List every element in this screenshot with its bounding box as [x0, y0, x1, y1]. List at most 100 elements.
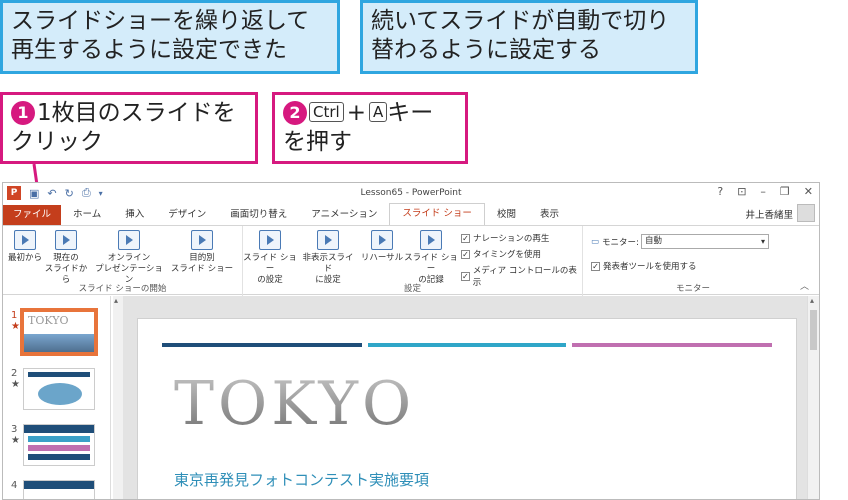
setup-slideshow-button[interactable]: スライド ショー の設定 [243, 230, 297, 286]
from-current-button[interactable]: 現在の スライドから [43, 230, 89, 286]
ribbon-display-button[interactable]: ⊡ [737, 185, 746, 198]
a-key: A [368, 102, 388, 122]
button-label: オンライン [107, 253, 151, 263]
group-label: 設定 [403, 284, 421, 294]
record-slideshow-button[interactable]: スライド ショー の記録 [403, 230, 459, 286]
thumb-header-bar [28, 372, 90, 377]
chevron-down-icon: ▾ [760, 237, 765, 246]
scroll-up-icon[interactable]: ▴ [810, 296, 814, 305]
thumb-row [28, 454, 90, 460]
accent-bar-3 [572, 343, 772, 347]
callout-result: スライドショーを繰り返して 再生するように設定できた [0, 0, 340, 74]
tab-design[interactable]: デザイン [156, 205, 218, 225]
custom-slideshow-button[interactable]: 目的別 スライド ショー [167, 230, 237, 275]
callout-line: 替わるように設定する [371, 37, 601, 63]
slide-canvas[interactable]: TOKYO 東京再発見フォトコンテスト実施要項 [137, 318, 797, 499]
accent-bar-2 [368, 343, 566, 347]
thumb-header-bar [24, 425, 94, 433]
group-label: モニター [675, 284, 710, 294]
button-label: リハーサル [360, 253, 404, 263]
hide-slide-icon [317, 230, 339, 250]
group-setup: スライド ショー の設定 非表示スライド に設定 リハーサル スライド ショー … [243, 226, 583, 296]
record-icon [420, 230, 442, 250]
slide-thumbnail-1[interactable]: TOKYO [20, 308, 98, 356]
main-scrollbar[interactable]: ▴ [807, 296, 819, 499]
tab-animations[interactable]: アニメーション [299, 205, 389, 225]
thumbnail-scrollbar[interactable]: ▴ [113, 296, 123, 499]
restore-button[interactable]: ❐ [780, 185, 790, 198]
tab-insert[interactable]: 挿入 [113, 205, 156, 225]
step-number: 2 [283, 101, 307, 125]
narration-checkbox[interactable]: ✓ ナレーションの再生 [461, 232, 549, 244]
callout-line: を押す [283, 129, 352, 155]
minimize-button[interactable]: – [760, 185, 766, 198]
callout-line: 再生するように設定できた [11, 37, 287, 63]
rehearse-icon [371, 230, 393, 250]
thumbnail-pane: 1 ★ TOKYO 2 ★ 3 ★ 4 [3, 296, 111, 499]
scroll-thumb[interactable] [810, 310, 817, 350]
tab-view[interactable]: 表示 [528, 205, 571, 225]
timings-checkbox[interactable]: ✓ タイミングを使用 [461, 248, 541, 260]
slide-number: 1 ★ [11, 310, 20, 332]
tab-home[interactable]: ホーム [61, 205, 113, 225]
powerpoint-window: P ▣ ↶ ↻ ⎙ ▾ Lesson65 - PowerPoint ? ⊡ – … [2, 182, 820, 500]
checkbox-label: ナレーションの再生 [473, 234, 550, 244]
rehearse-button[interactable]: リハーサル [359, 230, 405, 264]
checkmark-icon: ✓ [591, 261, 600, 271]
presenter-view-checkbox[interactable]: ✓ 発表者ツールを使用する [591, 260, 697, 272]
group-monitor: ▭ モニター: 自動 ▾ ✓ 発表者ツールを使用する モニター [583, 226, 803, 296]
workspace: 1 ★ TOKYO 2 ★ 3 ★ 4 ▴ TOKYO 東京再発見フォトコンテス… [3, 296, 819, 499]
checkbox-label: 発表者ツールを使用する [603, 262, 697, 272]
tab-file[interactable]: ファイル [3, 205, 62, 225]
button-label: スライド ショー [243, 253, 297, 274]
monitor-label-text: モニター: [602, 238, 639, 248]
scroll-up-icon[interactable]: ▴ [114, 296, 118, 305]
group-start-slideshow: 最初から 現在の スライドから オンライン プレゼンテーション 目的別 スライド… [3, 226, 243, 296]
callout-step1: 1 1枚目のスライドを クリック [0, 92, 258, 164]
thumb-diagram [38, 383, 82, 405]
close-button[interactable]: ✕ [804, 185, 813, 198]
ribbon-tabs: ファイル ホーム 挿入 デザイン 画面切り替え アニメーション スライド ショー… [3, 203, 819, 225]
callout-text: 1枚目のスライドを [37, 100, 236, 126]
monitor-value: 自動 [645, 236, 663, 246]
slide-thumbnail-4[interactable] [23, 480, 95, 499]
avatar[interactable] [797, 204, 815, 222]
accent-bar-1 [162, 343, 362, 347]
group-label: スライド ショーの開始 [78, 284, 167, 294]
slide-thumbnail-2[interactable] [23, 368, 95, 410]
from-beginning-button[interactable]: 最初から [7, 230, 43, 264]
button-label: 目的別 [189, 253, 215, 263]
callout-line: クリック [11, 129, 103, 155]
globe-icon [118, 230, 140, 250]
ctrl-key: Ctrl [309, 102, 344, 122]
button-label: 最初から [7, 253, 42, 263]
callout-line: 続いてスライドが自動で切り [371, 8, 670, 34]
tab-slideshow[interactable]: スライド ショー [389, 203, 485, 225]
play-current-icon [55, 230, 77, 250]
button-label: 現在の [53, 253, 79, 263]
tab-review[interactable]: 校閲 [485, 205, 528, 225]
slide-subtitle[interactable]: 東京再発見フォトコンテスト実施要項 [174, 469, 429, 490]
user-name[interactable]: 井上香緒里 [745, 207, 793, 221]
window-title: Lesson65 - PowerPoint [360, 188, 462, 198]
tab-transitions[interactable]: 画面切り替え [218, 205, 299, 225]
present-online-button[interactable]: オンライン プレゼンテーション [91, 230, 167, 286]
help-button[interactable]: ? [717, 185, 723, 198]
slide-editing-area: TOKYO 東京再発見フォトコンテスト実施要項 ▴ [123, 296, 819, 499]
button-label: 非表示スライド [302, 253, 354, 274]
collapse-ribbon-icon[interactable]: ︿ [800, 279, 809, 292]
callout-line: 2 Ctrl + A キー [283, 99, 457, 128]
slide-thumbnail-3[interactable] [23, 424, 95, 466]
thumb-row [28, 445, 90, 451]
hide-slide-button[interactable]: 非表示スライド に設定 [299, 230, 357, 286]
checkmark-icon: ✓ [461, 233, 470, 243]
slide-title[interactable]: TOKYO [174, 369, 415, 439]
custom-show-icon [191, 230, 213, 250]
checkbox-label: タイミングを使用 [473, 250, 542, 260]
slide-number: 3 ★ [11, 424, 20, 446]
thumb-header-bar [24, 481, 94, 489]
monitor-dropdown[interactable]: 自動 ▾ [641, 234, 769, 249]
callout-text: キー [387, 100, 434, 126]
ribbon: 最初から 現在の スライドから オンライン プレゼンテーション 目的別 スライド… [3, 225, 819, 296]
setup-icon [259, 230, 281, 250]
